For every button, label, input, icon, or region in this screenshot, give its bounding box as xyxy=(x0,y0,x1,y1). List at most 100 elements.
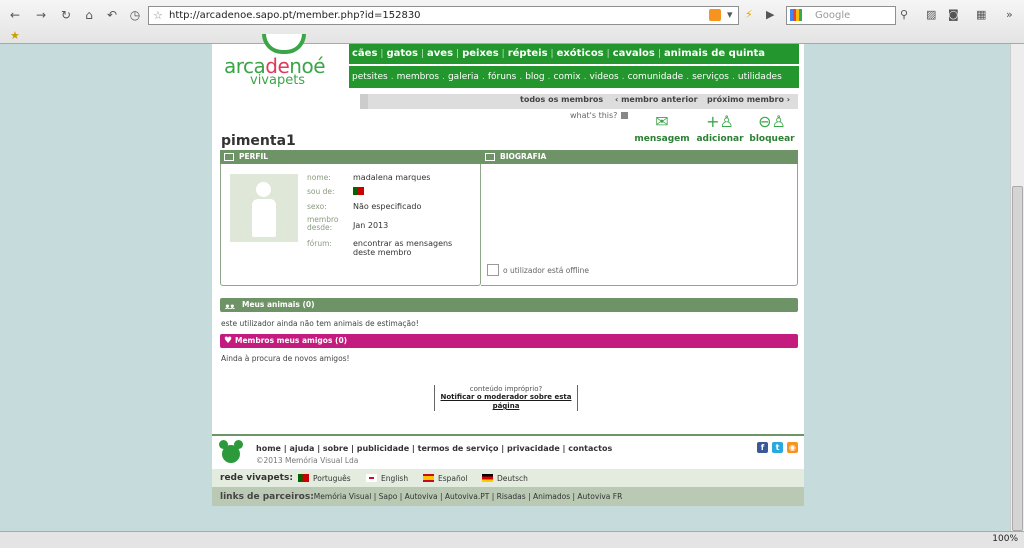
offline-status: o utilizador está offline xyxy=(487,264,589,276)
rss-icon[interactable] xyxy=(709,9,721,21)
add-user-icon: +♙ xyxy=(706,112,734,131)
scrollbar-thumb[interactable] xyxy=(1012,186,1023,531)
frog-logo-icon xyxy=(218,440,244,464)
report-box: conteúdo impróprio? Notificar o moderado… xyxy=(434,385,578,411)
footer-divider xyxy=(212,434,804,436)
profile-card-icon xyxy=(224,153,234,161)
nav-primary-item-6[interactable]: cavalos xyxy=(610,44,658,64)
overflow-icon[interactable]: » xyxy=(1006,8,1013,21)
nav-secondary-item-5[interactable]: comix xyxy=(551,66,584,88)
url-text: http://arcadenoe.sapo.pt/member.php?id=1… xyxy=(169,10,421,21)
my-animals-header[interactable]: ᴥᴥ Meus animais (0) xyxy=(220,298,798,312)
partners-label: links de parceiros: xyxy=(220,492,314,502)
all-members-link[interactable]: todos os membros xyxy=(520,95,603,104)
reload-icon[interactable]: ↻ xyxy=(57,7,75,23)
site-logo[interactable]: arcadenoé vivapets xyxy=(224,34,348,92)
member-since-label: membro desde: xyxy=(307,215,339,232)
nav-secondary-item-0[interactable]: petsites xyxy=(349,66,391,88)
portugal-flag-icon xyxy=(353,187,364,196)
status-bar: 100% xyxy=(0,531,1024,548)
vertical-scrollbar[interactable] xyxy=(1010,44,1024,531)
next-member-link[interactable]: próximo membro › xyxy=(707,95,790,104)
nav-secondary-item-1[interactable]: membros xyxy=(394,66,442,88)
spain-flag-icon xyxy=(423,474,434,482)
tools-icon[interactable]: ▨ xyxy=(926,8,936,21)
nav-primary-item-7[interactable]: animais de quinta xyxy=(661,44,768,64)
lang-portuguese[interactable]: Português xyxy=(298,474,351,483)
adicionar-button[interactable]: +♙ adicionar xyxy=(692,112,748,144)
primary-nav: cães | gatos | aves | peixes | répteis | exóticos |… xyxy=(349,44,799,64)
member-subnav: todos os membros ‹ membro anterior próxi… xyxy=(360,94,798,109)
copyright: ©2013 Memória Visual Lda xyxy=(256,456,359,465)
action-label: adicionar xyxy=(696,134,744,144)
country-label: sou de: xyxy=(307,187,335,196)
lang-english[interactable]: English xyxy=(366,474,408,483)
nav-secondary-item-7[interactable]: comunidade xyxy=(625,66,687,88)
zoom-level[interactable]: 100% xyxy=(992,534,1018,544)
home-icon[interactable]: ⌂ xyxy=(80,7,98,23)
forward-icon[interactable]: → xyxy=(32,7,50,23)
lang-german[interactable]: Deutsch xyxy=(482,474,528,483)
notify-moderator-link[interactable]: Notificar o moderador sobre esta página xyxy=(435,393,577,411)
action-label: mensagem xyxy=(634,134,690,144)
nav-secondary-item-4[interactable]: blog xyxy=(522,66,547,88)
nav-primary-item-4[interactable]: répteis xyxy=(505,44,551,64)
gender-value: Não especificado xyxy=(353,202,422,211)
find-posts-link[interactable]: encontrar as mensagens deste membro xyxy=(353,239,452,257)
nav-secondary-item-2[interactable]: galeria xyxy=(445,66,482,88)
action-label: bloquear xyxy=(749,134,795,144)
avatar xyxy=(230,174,298,242)
partner-links: links de parceiros:Memória Visual | Sapo… xyxy=(212,487,804,506)
nav-primary-item-2[interactable]: aves xyxy=(424,44,456,64)
history-icon[interactable]: ◷ xyxy=(126,7,144,23)
profile-panel: PERFIL nome: madalena marques sou de: se… xyxy=(220,150,481,286)
dropdown-icon[interactable]: ▾ xyxy=(727,8,733,21)
nav-primary-item-1[interactable]: gatos xyxy=(383,44,421,64)
bookmark-star-icon[interactable]: ☆ xyxy=(153,7,163,24)
nav-secondary-item-9[interactable]: utilidades xyxy=(735,66,785,88)
nav-primary-item-5[interactable]: exóticos xyxy=(554,44,607,64)
name-value: madalena marques xyxy=(353,173,431,182)
logo-arch-icon xyxy=(262,34,306,54)
page-title: pimenta1 xyxy=(221,133,296,149)
block-user-icon: ⊖♙ xyxy=(758,112,786,131)
lightning-icon[interactable]: ⚡ xyxy=(745,8,753,21)
friends-header[interactable]: ♥ Membros meus amigos (0) xyxy=(220,334,798,348)
whats-this-link[interactable]: what's this? xyxy=(570,111,628,120)
secondary-nav: petsites. membros. galeria. fóruns. blog. com… xyxy=(349,66,799,88)
nav-primary-item-3[interactable]: peixes xyxy=(459,44,502,64)
envelope-icon: ✉ xyxy=(655,112,669,131)
footer-links[interactable]: home | ajuda | sobre | publicidade | ter… xyxy=(256,444,612,453)
search-icon[interactable]: ⚲ xyxy=(900,8,908,21)
name-label: nome: xyxy=(307,173,331,182)
forum-label: fórum: xyxy=(307,239,332,248)
previous-member-link[interactable]: ‹ membro anterior xyxy=(615,95,698,104)
uk-flag-icon xyxy=(366,474,377,482)
address-bar[interactable]: ☆ http://arcadenoe.sapo.pt/member.php?id… xyxy=(148,6,739,25)
camera-icon[interactable]: ◙ xyxy=(948,8,959,21)
back-icon[interactable]: ← xyxy=(6,7,24,23)
page-content: arcadenoé vivapets cães | gatos | aves | peixe… xyxy=(212,34,804,506)
germany-flag-icon xyxy=(482,474,493,482)
browser-toolbar: ← → ↻ ⌂ ↶ ◷ ☆ http://arcadenoe.sapo.pt/m… xyxy=(0,0,1024,44)
bookmarks-star-icon[interactable]: ★ xyxy=(10,29,20,42)
paw-icon: ᴥᴥ xyxy=(225,302,235,311)
twitter-icon[interactable]: t xyxy=(772,442,783,453)
extension-icon[interactable]: ▦ xyxy=(976,8,986,21)
nav-primary-item-0[interactable]: cães xyxy=(349,44,380,64)
nav-secondary-item-6[interactable]: videos xyxy=(586,66,621,88)
biography-panel: BIOGRAFIA o utilizador está offline xyxy=(481,150,798,286)
rss-feed-icon[interactable]: ◉ xyxy=(787,442,798,453)
lang-spanish[interactable]: Español xyxy=(423,474,467,483)
partners-list[interactable]: Memória Visual | Sapo | Autoviva | Autov… xyxy=(314,492,623,501)
play-icon[interactable]: ▶ xyxy=(766,8,774,21)
undo-icon[interactable]: ↶ xyxy=(103,7,121,23)
bloquear-button[interactable]: ⊖♙ bloquear xyxy=(744,112,800,144)
facebook-icon[interactable]: f xyxy=(757,442,768,453)
nav-secondary-item-8[interactable]: serviços xyxy=(689,66,732,88)
biography-icon xyxy=(485,153,495,161)
search-input[interactable]: Google xyxy=(786,6,896,25)
member-since-value: Jan 2013 xyxy=(353,221,389,230)
nav-secondary-item-3[interactable]: fóruns xyxy=(485,66,519,88)
mensagem-button[interactable]: ✉ mensagem xyxy=(634,112,690,144)
